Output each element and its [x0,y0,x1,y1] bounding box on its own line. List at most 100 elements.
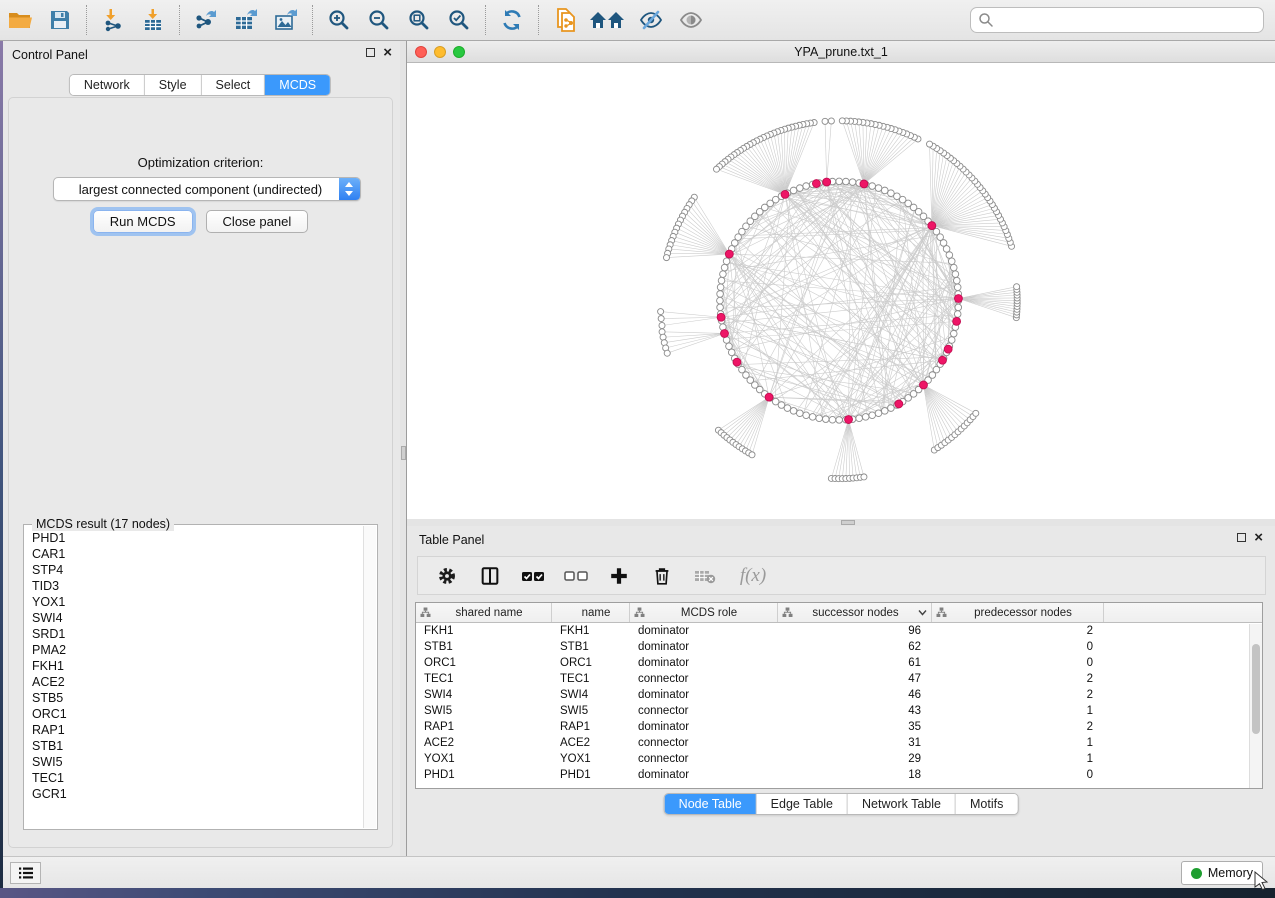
tab-network[interactable]: Network [70,75,145,95]
network-node[interactable] [713,166,719,172]
tab-select[interactable]: Select [202,75,266,95]
mcds-hub-node[interactable] [725,250,733,258]
network-node[interactable] [720,271,727,278]
criterion-select[interactable]: largest connected component (undirected) [53,177,361,201]
result-list-item[interactable]: STB1 [25,738,363,754]
mcds-hub-node[interactable] [845,416,853,424]
network-node[interactable] [953,277,960,284]
tab-style[interactable]: Style [145,75,202,95]
mcds-hub-node[interactable] [895,400,903,408]
result-list-item[interactable]: STB5 [25,690,363,706]
network-node[interactable] [659,322,665,328]
network-node[interactable] [881,408,888,415]
tab-motifs[interactable]: Motifs [956,794,1017,814]
network-node[interactable] [836,178,843,185]
network-node[interactable] [784,405,791,412]
column-header[interactable]: successor nodes [778,603,932,622]
result-list-item[interactable]: SRD1 [25,626,363,642]
result-list-item[interactable]: FKH1 [25,658,363,674]
show-all-icon[interactable] [671,3,711,37]
mcds-hub-node[interactable] [920,381,928,389]
scrollbar-thumb[interactable] [1252,644,1260,734]
network-canvas[interactable] [407,63,1275,519]
network-node[interactable] [790,408,797,415]
network-node[interactable] [875,185,882,192]
network-node[interactable] [797,410,804,417]
table-row[interactable]: FKH1FKH1dominator962 [416,623,1262,639]
close-panel-icon[interactable]: × [383,47,392,58]
table-row[interactable]: PHD1PHD1dominator180 [416,767,1262,783]
network-node[interactable] [721,264,728,271]
network-node[interactable] [717,284,724,291]
result-list-item[interactable]: ACE2 [25,674,363,690]
network-node[interactable] [658,315,664,321]
network-node[interactable] [1014,284,1020,290]
network-node[interactable] [664,350,670,356]
network-node[interactable] [803,412,810,419]
tab-node-table[interactable]: Node Table [665,794,757,814]
table-row[interactable]: SWI4SWI4dominator462 [416,687,1262,703]
tab-mcds[interactable]: MCDS [265,75,330,95]
network-node[interactable] [790,187,797,194]
network-node[interactable] [927,141,933,147]
network-node[interactable] [869,412,876,419]
clone-network-icon[interactable] [545,3,585,37]
export-table-icon[interactable] [226,3,266,37]
save-icon[interactable] [40,3,80,37]
mcds-hub-node[interactable] [939,356,947,364]
network-titlebar[interactable]: YPA_prune.txt_1 [407,41,1275,63]
mcds-hub-node[interactable] [953,317,961,325]
import-network-icon[interactable] [93,3,133,37]
result-list-item[interactable]: GCR1 [25,786,363,802]
network-node[interactable] [954,284,961,291]
network-node[interactable] [861,474,867,480]
network-node[interactable] [822,416,829,423]
network-node[interactable] [839,118,845,124]
column-header[interactable]: shared name [416,603,552,622]
network-node[interactable] [809,414,816,421]
float-panel-icon[interactable] [1237,533,1246,542]
result-list-item[interactable]: RAP1 [25,722,363,738]
float-panel-icon[interactable] [366,48,375,57]
delete-trash-icon[interactable] [643,560,681,592]
zoom-out-icon[interactable] [359,3,399,37]
mcds-hub-node[interactable] [781,190,789,198]
tab-edge-table[interactable]: Edge Table [757,794,848,814]
table-row[interactable]: SWI5SWI5connector431 [416,703,1262,719]
result-list-item[interactable]: ORC1 [25,706,363,722]
memory-button[interactable]: Memory [1181,861,1263,885]
export-image-icon[interactable] [266,3,306,37]
splitter-grip[interactable] [841,520,855,525]
network-node[interactable] [843,178,850,185]
network-node[interactable] [849,179,856,186]
table-row[interactable]: ORC1ORC1dominator610 [416,655,1262,671]
result-list-item[interactable]: YOX1 [25,594,363,610]
network-graph[interactable] [407,63,1275,519]
table-row[interactable]: STB1STB1dominator620 [416,639,1262,655]
result-list-item[interactable]: TID3 [25,578,363,594]
result-list-item[interactable]: PMA2 [25,642,363,658]
network-node[interactable] [718,277,725,284]
network-node[interactable] [869,183,876,190]
splitter-grip[interactable] [401,446,406,460]
mcds-hub-node[interactable] [765,393,773,401]
select-all-icon[interactable] [514,560,552,592]
network-node[interactable] [950,330,957,337]
mcds-hub-node[interactable] [733,358,741,366]
result-list-item[interactable]: CAR1 [25,546,363,562]
result-list-item[interactable]: SWI5 [25,754,363,770]
network-node[interactable] [862,414,869,421]
result-list-item[interactable]: TEC1 [25,770,363,786]
network-node[interactable] [828,118,834,124]
table-scrollbar[interactable] [1249,624,1262,788]
zoom-fit-icon[interactable] [399,3,439,37]
network-node[interactable] [881,187,888,194]
column-header[interactable]: predecessor nodes [932,603,1104,622]
network-node[interactable] [875,410,882,417]
close-panel-button[interactable]: Close panel [206,210,309,233]
result-list-item[interactable]: STP4 [25,562,363,578]
table-row[interactable]: ACE2ACE2connector311 [416,735,1262,751]
task-history-button[interactable] [10,862,41,884]
network-node[interactable] [973,410,979,416]
network-node[interactable] [946,252,953,259]
